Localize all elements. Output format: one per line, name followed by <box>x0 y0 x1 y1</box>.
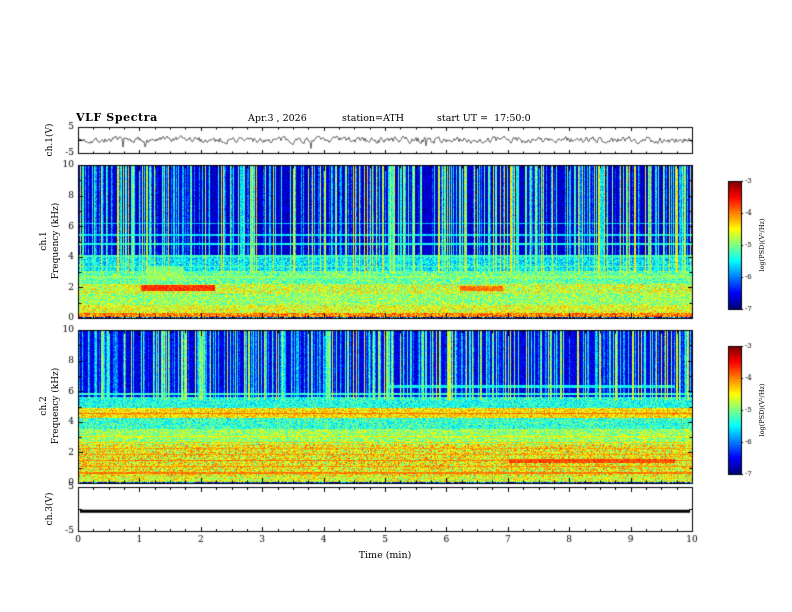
plot-start-ut: start UT = 17:50:0 <box>437 113 531 124</box>
plot-station: station=ATH <box>342 113 404 124</box>
colorbar1-label: log(PSD)(V²/Hz) <box>758 218 766 272</box>
y-axis-label-ch2: ch.2 <box>39 396 49 416</box>
plot-date: Apr.3 , 2026 <box>248 113 307 124</box>
y-axis-label-ch3v: ch.3(V) <box>45 492 55 526</box>
plot-title: VLF Spectra <box>76 111 158 124</box>
y-axis-label-ch1v: ch.1(V) <box>45 123 55 157</box>
y-axis-label-ch1-frequency: Frequency (kHz) <box>51 202 61 280</box>
colorbar2-label: log(PSD)(V²/Hz) <box>758 383 766 437</box>
y-axis-label-ch2-frequency: Frequency (kHz) <box>51 367 61 445</box>
plot-canvas <box>0 0 792 612</box>
vlf-spectra-plot: VLF Spectra Apr.3 , 2026 station=ATH sta… <box>0 0 792 612</box>
y-axis-label-ch1: ch.1 <box>39 231 49 251</box>
x-axis-label: Time (min) <box>358 550 412 561</box>
